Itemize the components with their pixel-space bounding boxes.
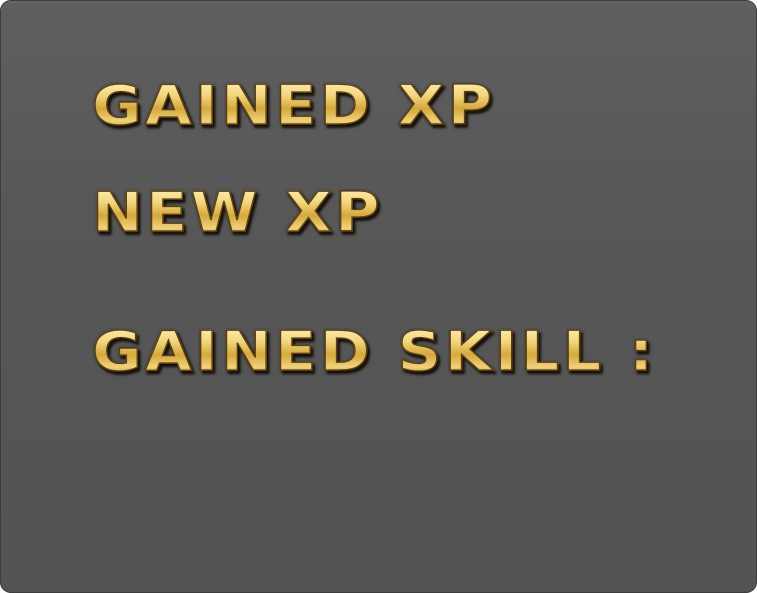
gained-xp-label: GAINED XP [91, 74, 496, 137]
gained-skill-label: GAINED SKILL : [91, 320, 657, 383]
results-panel: GAINED XP NEW XP GAINED SKILL : [0, 0, 757, 593]
new-xp-label: NEW XP [91, 181, 383, 244]
gained-skill-row: GAINED SKILL : [91, 324, 653, 379]
new-xp-row: NEW XP [91, 185, 380, 240]
gained-xp-row: GAINED XP [91, 78, 492, 133]
